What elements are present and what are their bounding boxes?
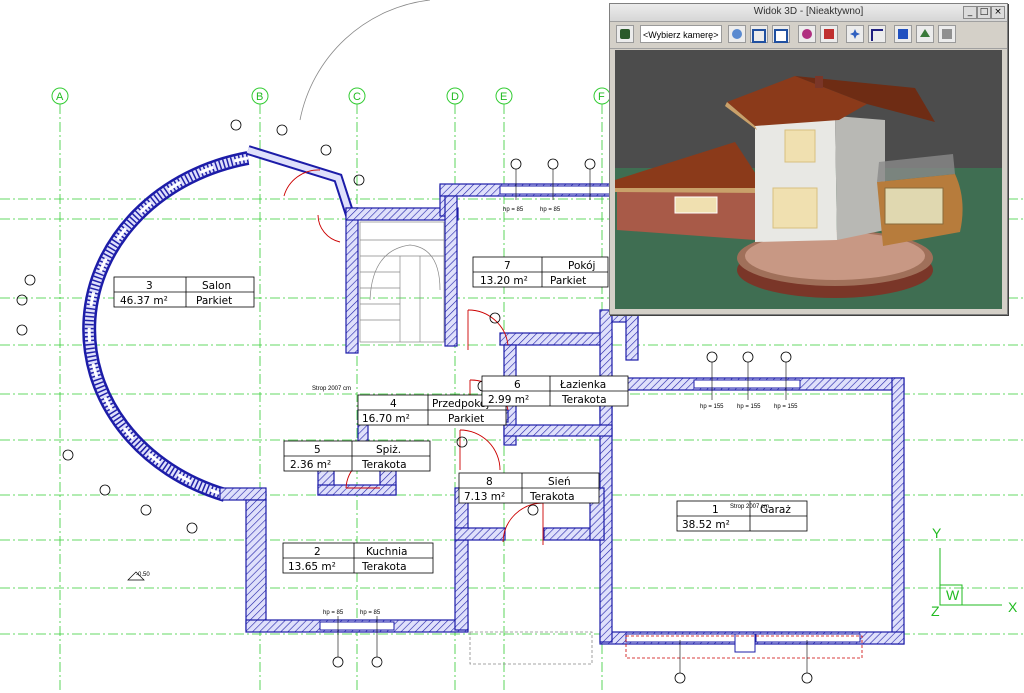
3d-icon[interactable] — [938, 25, 956, 43]
room-name: Pokój — [568, 260, 595, 272]
maximize-button[interactable]: □ — [977, 6, 991, 19]
camera-select[interactable]: <Wybierz kamerę> — [640, 25, 722, 43]
room-name: Łazienka — [559, 379, 606, 391]
minimize-button[interactable]: _ — [963, 6, 977, 19]
room-label-pokoj[interactable]: 7 Pokój 13.20 m² Parkiet — [472, 256, 609, 288]
axis-label-c: C — [353, 91, 361, 103]
room-label-lazienka[interactable]: 6 Łazienka 2.99 m² Terakota — [481, 375, 629, 407]
room-number: 4 — [390, 398, 397, 410]
close-button[interactable]: × — [991, 6, 1005, 19]
room-floor: Terakota — [361, 459, 407, 471]
room-area: 13.20 m² — [480, 275, 528, 287]
room-label-sien[interactable]: 8 Sień 7.13 m² Terakota — [458, 472, 600, 504]
ucs-w-label: W — [946, 587, 960, 603]
room-name: Kuchnia — [366, 546, 407, 558]
room-name: Salon — [202, 280, 231, 292]
room-area: 13.65 m² — [288, 561, 336, 573]
room-floor: Parkiet — [196, 295, 232, 307]
axis-label-b: B — [256, 91, 263, 103]
room-area: 38.52 m² — [682, 519, 730, 531]
room-number: 5 — [314, 444, 321, 456]
ucs-z-label: Z — [931, 603, 940, 619]
room-floor: Parkiet — [550, 275, 586, 287]
window-title-bar[interactable]: Widok 3D - [Nieaktywno] _ □ × — [610, 4, 1007, 22]
3d-view-window[interactable]: Widok 3D - [Nieaktywno] _ □ × <Wybierz k… — [609, 3, 1008, 315]
room-area: 16.70 m² — [362, 413, 410, 425]
window-tag-hp-2: hp = 85 — [540, 207, 561, 213]
room-floor: Parkiet — [448, 413, 484, 425]
window-tag-hp-7: hp = 155 — [774, 404, 798, 410]
entry-steps-outline — [469, 631, 593, 665]
ucs-x-label: X — [1008, 599, 1018, 615]
view-side-icon[interactable] — [772, 25, 790, 43]
room-floor: Terakota — [561, 394, 607, 406]
room-area: 2.99 m² — [488, 394, 529, 406]
room-number: 2 — [314, 546, 321, 558]
grid-axis-bubbles — [51, 87, 611, 105]
staircase[interactable] — [359, 221, 445, 343]
window-title: Widok 3D - [Nieaktywno] — [753, 6, 864, 17]
zoom-icon[interactable] — [894, 25, 912, 43]
wall-icon[interactable] — [820, 25, 838, 43]
room-label-kuchnia[interactable]: 2 Kuchnia 13.65 m² Terakota — [282, 542, 434, 574]
room-number: 1 — [712, 504, 719, 516]
level-marker: -0.50 — [127, 571, 150, 581]
room-number: 7 — [504, 260, 511, 272]
tree-icon[interactable] — [916, 25, 934, 43]
ucs-y-label: Y — [932, 525, 942, 541]
room-number: 8 — [486, 476, 493, 488]
window-tag-hp-6: hp = 155 — [737, 404, 761, 410]
window-tag-hp-5: hp = 155 — [700, 404, 724, 410]
room-floor: Terakota — [529, 491, 575, 503]
room-name: Sień — [548, 476, 571, 488]
room-area: 2.36 m² — [290, 459, 331, 471]
window-tag-hp-4: hp = 85 — [360, 610, 381, 616]
3d-toolbar: <Wybierz kamerę> — [610, 22, 1007, 49]
pan-icon[interactable] — [846, 25, 864, 43]
window-tag-hp-1: hp = 85 — [503, 207, 524, 213]
room-floor: Terakota — [361, 561, 407, 573]
room-label-spiz[interactable]: 5 Spiż. 2.36 m² Terakota — [283, 440, 431, 472]
axis-label-f: F — [598, 91, 605, 103]
3d-viewport[interactable] — [615, 50, 1002, 309]
view-front-icon[interactable] — [728, 25, 746, 43]
rotate-icon[interactable] — [868, 25, 886, 43]
axis-label-d: D — [451, 91, 459, 103]
axis-label-a: A — [56, 91, 64, 103]
room-name: Spiż. — [376, 444, 401, 456]
render-icon[interactable] — [798, 25, 816, 43]
axis-label-e: E — [500, 91, 507, 103]
room-name: Przedpokój — [432, 398, 489, 410]
camera-add-icon[interactable] — [616, 25, 634, 43]
ceiling-note-2: Strop 2007 cm — [730, 504, 769, 510]
window-tag-hp-3: hp = 85 — [323, 610, 344, 616]
level-value: -0.50 — [136, 572, 150, 578]
construction-arc — [299, 0, 431, 121]
room-number: 6 — [514, 379, 521, 391]
room-number: 3 — [146, 280, 153, 292]
ceiling-note-1: Strop 2007 cm — [312, 386, 351, 392]
room-area: 7.13 m² — [464, 491, 505, 503]
room-label-salon[interactable]: 3 Salon 46.37 m² Parkiet — [113, 276, 255, 308]
view-top-icon[interactable] — [750, 25, 768, 43]
room-area: 46.37 m² — [120, 295, 168, 307]
